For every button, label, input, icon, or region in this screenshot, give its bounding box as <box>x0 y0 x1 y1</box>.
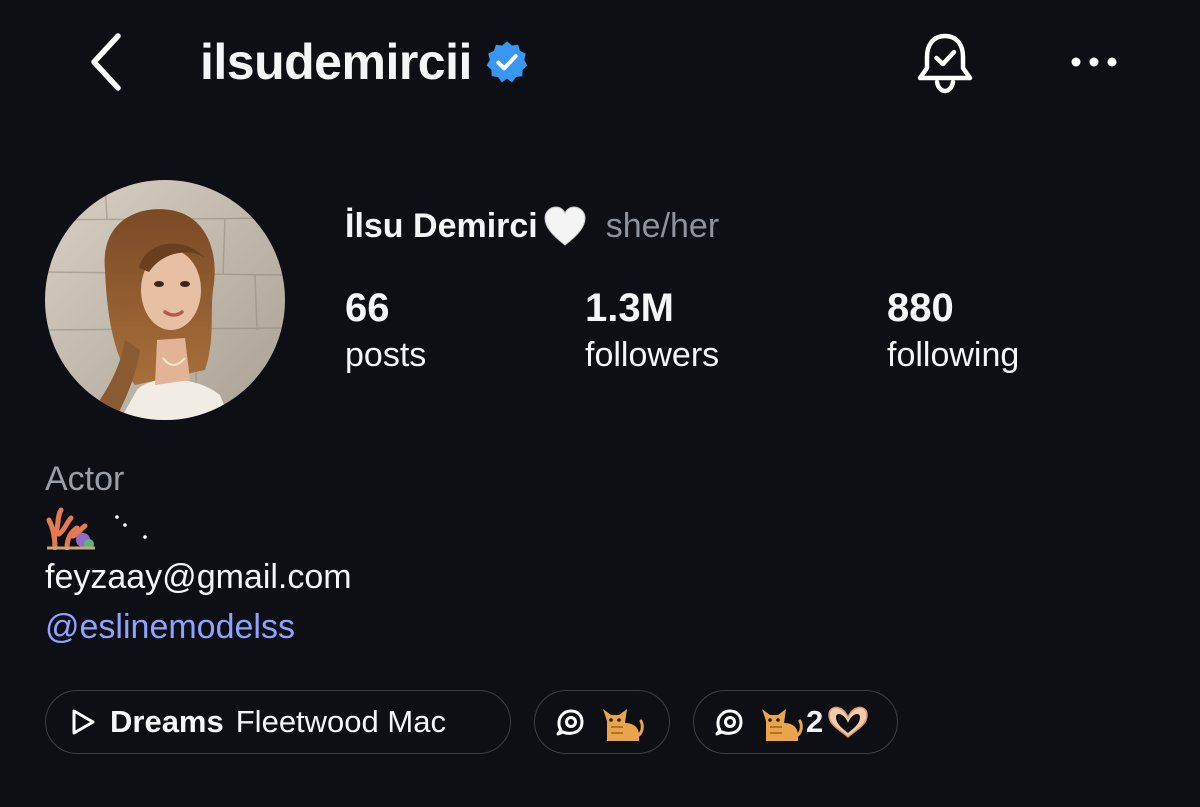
display-name-row: İlsu Demirci she/her <box>345 196 719 256</box>
mention-link[interactable]: @eslinemodelss <box>45 602 352 652</box>
cat-emoji <box>603 709 644 741</box>
song-artist: Fleetwood Mac <box>235 704 446 739</box>
pronouns: she/her <box>605 206 720 245</box>
more-horizontal-icon <box>1071 57 1117 67</box>
play-icon <box>72 709 95 735</box>
profile-username: ilsudemircii <box>200 34 472 90</box>
note-count: 2 <box>806 704 824 739</box>
followers-label: followers <box>585 336 720 374</box>
posts-stat[interactable]: 66 posts <box>345 284 426 378</box>
profile-bio: Actor feyzaay@gmail.com @eslinemodelss <box>45 456 352 652</box>
notifications-button[interactable] <box>910 28 980 98</box>
threads-icon <box>556 709 584 736</box>
threads-note-pill[interactable] <box>534 690 670 754</box>
bio-emoji-line <box>45 502 352 552</box>
coral-emoji <box>46 507 95 550</box>
avatar-photo <box>45 180 285 420</box>
bell-check-icon <box>917 33 973 94</box>
profile-avatar[interactable] <box>45 180 285 420</box>
email-link[interactable]: feyzaay@gmail.com <box>45 552 352 602</box>
song-title: Dreams <box>110 704 224 739</box>
heart-hands-emoji <box>828 706 869 739</box>
white-heart-emoji <box>544 206 586 246</box>
profile-category: Actor <box>45 460 125 498</box>
top-navigation-bar: ilsudemircii <box>0 0 1200 130</box>
chevron-left-icon <box>91 33 121 91</box>
display-name: İlsu Demirci <box>345 206 538 245</box>
profile-handle-group: ilsudemircii <box>200 32 530 92</box>
posts-label: posts <box>345 336 427 374</box>
followers-count: 1.3M <box>585 286 674 330</box>
posts-count: 66 <box>345 286 390 330</box>
music-pill[interactable]: Dreams Fleetwood Mac <box>45 690 511 754</box>
back-button[interactable] <box>78 28 134 96</box>
verified-badge-icon <box>486 41 528 83</box>
following-count: 880 <box>887 286 954 330</box>
following-label: following <box>887 336 1020 374</box>
threads-note-pill-2[interactable]: 2 <box>693 690 898 754</box>
followers-stat[interactable]: 1.3M followers <box>585 284 719 378</box>
cat-emoji <box>762 709 803 741</box>
dots-decoration <box>115 515 147 539</box>
threads-icon <box>715 709 743 736</box>
more-options-button[interactable] <box>1066 40 1122 84</box>
following-stat[interactable]: 880 following <box>887 284 1019 378</box>
